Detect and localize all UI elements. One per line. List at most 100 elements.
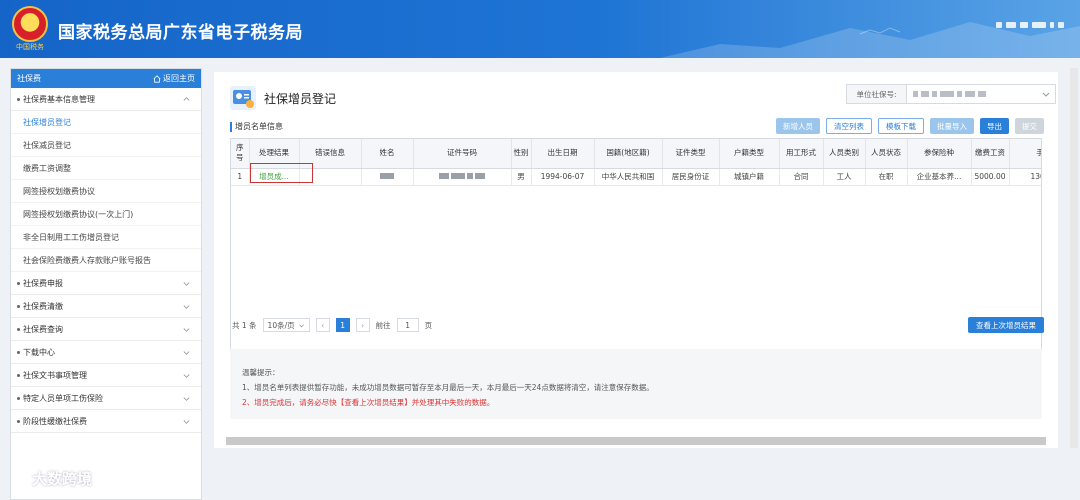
sidebar-group[interactable]: 社保费基本信息管理 xyxy=(11,88,201,111)
sidebar: 社保费 返回主页 社保费基本信息管理 社保增员登记 社保减员登记 缴费工资调整 网签授权… xyxy=(10,68,202,500)
chevron-down-icon xyxy=(183,419,190,424)
column-header: 姓名 xyxy=(361,139,414,169)
tax-emblem-icon xyxy=(12,6,48,42)
tips-title: 温馨提示： xyxy=(242,368,280,377)
sidebar-group-label: 特定人员单项工伤保险 xyxy=(23,393,103,403)
tips-line-1: 1、增员名单列表提供暂存功能，未成功增员数据可暂存至本月最后一天，本月最后一天2… xyxy=(242,383,654,392)
cell-household: 城镇户籍 xyxy=(719,168,780,186)
chevron-down-icon xyxy=(183,327,190,332)
prev-page-button[interactable]: ‹ xyxy=(315,318,330,332)
page-size-select[interactable]: 10条/页 xyxy=(262,318,310,332)
sidebar-group[interactable]: 社保文书事项管理 xyxy=(11,364,201,387)
table-header: 序号 处理结果 错误信息 姓名 证件号码 性别 出生日期 国籍(地区籍) 证件类型 户籍类型 用工形… xyxy=(231,139,1041,169)
home-link[interactable]: 返回主页 xyxy=(153,73,195,84)
cell-employment: 合同 xyxy=(779,168,824,186)
view-last-result-button[interactable]: 查看上次增员结果 xyxy=(968,317,1044,333)
chevron-down-icon xyxy=(1042,92,1050,97)
sidebar-item[interactable]: 网签授权划缴费协议(一次上门) xyxy=(11,203,201,226)
sidebar-group-label: 下载中心 xyxy=(23,347,55,357)
user-info[interactable] xyxy=(996,22,1064,28)
watermark: 大数跨境 xyxy=(10,468,92,489)
column-header: 参保险种 xyxy=(907,139,972,169)
user-register-icon xyxy=(230,86,256,110)
page-size-value: 10条/页 xyxy=(267,320,295,330)
cell-nationality: 中华人民共和国 xyxy=(594,168,663,186)
chevron-down-icon xyxy=(183,281,190,286)
cell-extra: 1300 xyxy=(1009,168,1041,186)
next-page-button[interactable]: › xyxy=(355,318,370,332)
sidebar-group[interactable]: 社保费申报 xyxy=(11,272,201,295)
chevron-down-icon xyxy=(183,373,190,378)
cell-id_type: 居民身份证 xyxy=(662,168,720,186)
sidebar-group[interactable]: 特定人员单项工伤保险 xyxy=(11,387,201,410)
bullet-icon xyxy=(17,419,20,423)
home-link-label: 返回主页 xyxy=(163,74,195,83)
column-header: 出生日期 xyxy=(531,139,595,169)
column-header: 国籍(地区籍) xyxy=(594,139,663,169)
cell-wage: 5000.00 xyxy=(971,168,1010,186)
column-header: 户籍类型 xyxy=(719,139,780,169)
template-download-button[interactable]: 模板下载 xyxy=(878,118,924,134)
bullet-icon xyxy=(17,396,20,400)
goto-page-input[interactable]: 1 xyxy=(396,318,419,332)
current-page[interactable]: 1 xyxy=(335,318,350,332)
sidebar-group-label: 社保文书事项管理 xyxy=(23,370,87,380)
sidebar-group[interactable]: 社保费查询 xyxy=(11,318,201,341)
mountain-decoration xyxy=(660,22,1080,58)
submit-button[interactable]: 提交 xyxy=(1015,118,1044,134)
sidebar-group-label: 阶段性缓缴社保费 xyxy=(23,416,87,426)
sidebar-item[interactable]: 缴费工资调整 xyxy=(11,157,201,180)
unit-social-no-label: 单位社保号: xyxy=(847,85,907,103)
clear-list-button[interactable]: 清空列表 xyxy=(826,118,872,134)
add-person-button[interactable]: 新增人员 xyxy=(776,118,820,134)
column-header: 性别 xyxy=(511,139,532,169)
staff-table: 序号 处理结果 错误信息 姓名 证件号码 性别 出生日期 国籍(地区籍) 证件类型 户籍类型 用工形… xyxy=(230,138,1042,378)
column-header: 缴费工资 xyxy=(971,139,1010,169)
batch-import-button[interactable]: 批量导入 xyxy=(930,118,974,134)
sidebar-item[interactable]: 网签授权划缴费协议 xyxy=(11,180,201,203)
watermark-text: 大数跨境 xyxy=(32,470,93,488)
chevron-down-icon xyxy=(183,396,190,401)
sidebar-item[interactable]: 社保增员登记 xyxy=(11,111,201,134)
column-header: 证件号码 xyxy=(413,139,512,169)
main-panel: 社保增员登记 单位社保号: 增员名单信息 新增人员 清空列表 模板下载 批量导入… xyxy=(214,72,1058,448)
section-title: 增员名单信息 xyxy=(230,122,283,132)
sidebar-group[interactable]: 阶段性缓缴社保费 xyxy=(11,410,201,433)
unit-social-no-value xyxy=(907,91,1041,97)
sidebar-group-label: 社保费清缴 xyxy=(23,301,63,311)
column-header: 证件类型 xyxy=(662,139,720,169)
sidebar-item[interactable]: 非全日制用工工伤增员登记 xyxy=(11,226,201,249)
table-body: 1 增员成... 男 1994-06-07 中华人民共和国 居民身份证 城镇户籍 合同 工人 在职… xyxy=(231,168,1041,186)
cell-status: 在职 xyxy=(865,168,908,186)
page-unit: 页 xyxy=(424,320,433,330)
goto-label: 前往 xyxy=(375,320,391,330)
bullet-icon xyxy=(17,373,20,377)
unit-social-no-field[interactable]: 单位社保号: xyxy=(846,84,1056,104)
tips-panel: 温馨提示： 1、增员名单列表提供暂存功能，未成功增员数据可暂存至本月最后一天，本… xyxy=(230,349,1042,419)
page-hscrollbar[interactable] xyxy=(226,437,1046,445)
total-count: 共 1 条 xyxy=(232,320,257,330)
sidebar-group-label: 社保费查询 xyxy=(23,324,63,334)
bullet-icon xyxy=(17,327,20,331)
sidebar-header: 社保费 返回主页 xyxy=(11,69,201,88)
home-icon xyxy=(153,74,161,83)
app-header: 中国税务 国家税务总局广东省电子税务局 xyxy=(0,0,1080,58)
highlight-box xyxy=(250,163,313,183)
bullet-icon xyxy=(17,350,20,354)
export-button[interactable]: 导出 xyxy=(980,118,1009,134)
sidebar-group[interactable]: 社保费清缴 xyxy=(11,295,201,318)
table-row[interactable]: 1 增员成... 男 1994-06-07 中华人民共和国 居民身份证 城镇户籍 合同 工人 在职… xyxy=(231,168,1041,186)
column-header: 序号 xyxy=(231,139,250,169)
cell-gender: 男 xyxy=(511,168,532,186)
bullet-icon xyxy=(17,97,20,101)
sidebar-item[interactable]: 社保减员登记 xyxy=(11,134,201,157)
chevron-down-icon xyxy=(298,324,304,327)
page-title: 社保增员登记 xyxy=(264,92,337,106)
cell-name-redacted xyxy=(361,168,414,186)
sidebar-item[interactable]: 社会保险费缴费人存款账户账号报告 xyxy=(11,249,201,272)
page-vscrollbar[interactable] xyxy=(1070,68,1078,448)
sidebar-group[interactable]: 下载中心 xyxy=(11,341,201,364)
bullet-icon xyxy=(17,304,20,308)
cell-insurance: 企业基本养... xyxy=(907,168,972,186)
sidebar-title: 社保费 xyxy=(17,74,41,83)
